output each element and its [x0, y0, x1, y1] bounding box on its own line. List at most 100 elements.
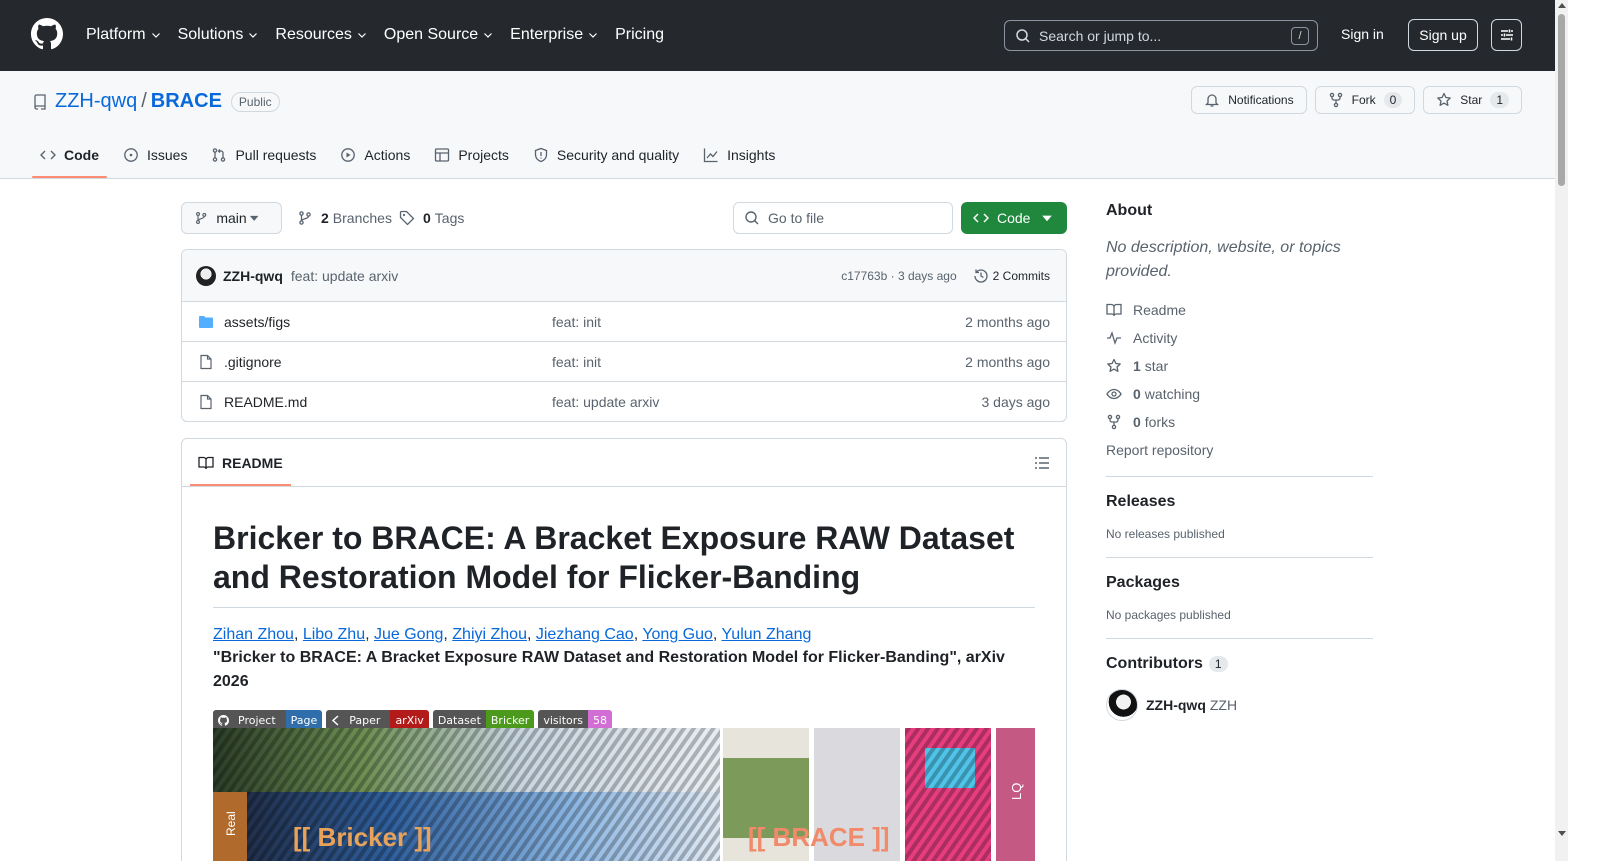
nav-enterprise[interactable]: Enterprise — [510, 24, 599, 46]
report-repository-link[interactable]: Report repository — [1106, 440, 1373, 460]
repo-name-link[interactable]: BRACE — [151, 90, 222, 113]
paper-venue: "Bricker to BRACE: A Bracket Exposure RA… — [213, 649, 1005, 690]
table-row[interactable]: README.md feat: update arxiv 3 days ago — [182, 382, 1066, 421]
nav-open-source[interactable]: Open Source — [384, 24, 494, 46]
readme-title: Bricker to BRACE: A Bracket Exposure RAW… — [213, 519, 1035, 608]
tab-actions[interactable]: Actions — [332, 137, 418, 173]
file-name-link[interactable]: .gitignore — [224, 354, 552, 370]
nav-label: Solutions — [177, 26, 244, 43]
repo-owner-link[interactable]: ZZH-qwq — [55, 90, 137, 113]
author-separator: , — [712, 626, 722, 643]
contributors-heading[interactable]: Contributors 1 — [1106, 655, 1373, 673]
author-link[interactable]: Zihan Zhou — [213, 626, 294, 643]
nav-label: Pricing — [615, 26, 664, 43]
packages-heading[interactable]: Packages — [1106, 574, 1373, 592]
nav-label: Resources — [275, 26, 352, 43]
book-icon — [1106, 303, 1122, 317]
tags-label: Tags — [434, 210, 465, 226]
commit-author-link[interactable]: ZZH-qwq — [223, 268, 283, 284]
commit-message-link[interactable]: feat: update arxiv — [291, 268, 398, 284]
scrollbar-thumb[interactable] — [1558, 14, 1565, 186]
notifications-label: Notifications — [1228, 93, 1294, 107]
nav-platform[interactable]: Platform — [86, 24, 162, 46]
badge-label: Dataset — [432, 710, 486, 730]
tags-count: 0 — [423, 210, 431, 226]
file-date: 2 months ago — [965, 353, 1050, 370]
nav-pricing[interactable]: Pricing — [615, 24, 664, 46]
activity-link[interactable]: Activity — [1106, 328, 1373, 348]
readme-link[interactable]: Readme — [1106, 300, 1373, 320]
scroll-down-arrow-icon[interactable] — [1558, 831, 1566, 836]
author-link[interactable]: Jiezhang Cao — [536, 626, 634, 643]
file-commit-message[interactable]: feat: init — [552, 314, 601, 330]
file-commit-message[interactable]: feat: update arxiv — [552, 394, 659, 410]
author-link[interactable]: Yulun Zhang — [722, 626, 812, 643]
badge-row: Project Page Paper arXiv Dataset Bricker… — [213, 710, 1035, 730]
commit-hash-link[interactable]: c17763b · 3 days ago — [841, 269, 956, 283]
divider — [1106, 557, 1373, 558]
stars-link[interactable]: 1 star — [1106, 356, 1373, 376]
folder-icon — [199, 315, 213, 328]
notifications-button[interactable]: Notifications — [1191, 86, 1307, 114]
fork-button[interactable]: Fork 0 — [1314, 86, 1416, 114]
arxiv-icon — [332, 714, 339, 726]
contributor-item[interactable]: ZZH-qwq ZZH — [1106, 689, 1373, 721]
table-row[interactable]: .gitignore feat: init 2 months ago — [182, 342, 1066, 382]
releases-heading[interactable]: Releases — [1106, 493, 1373, 511]
author-link[interactable]: Zhiyi Zhou — [452, 626, 527, 643]
commits-count-label: 2 Commits — [992, 268, 1050, 283]
tab-issues[interactable]: Issues — [115, 137, 195, 173]
file-commit-message[interactable]: feat: init — [552, 354, 601, 370]
nav-resources[interactable]: Resources — [275, 24, 367, 46]
avatar[interactable] — [1106, 689, 1138, 721]
scroll-up-arrow-icon[interactable] — [1558, 3, 1566, 8]
caret-down-icon — [249, 215, 259, 221]
sign-in-link[interactable]: Sign in — [1341, 26, 1384, 42]
visitors-badge[interactable]: visitors 58 — [538, 710, 612, 730]
file-name-link[interactable]: README.md — [224, 394, 552, 410]
commits-history-link[interactable]: 2 Commits — [973, 268, 1050, 284]
sign-up-button[interactable]: Sign up — [1408, 19, 1478, 51]
nav-solutions[interactable]: Solutions — [178, 24, 260, 46]
file-list: ZZH-qwq feat: update arxiv c17763b · 3 d… — [181, 249, 1067, 422]
global-search-input[interactable]: Search or jump to... / — [1004, 20, 1318, 51]
code-dropdown-button[interactable]: Code — [961, 202, 1067, 234]
file-name-link[interactable]: assets/figs — [224, 314, 552, 330]
table-row[interactable]: assets/figs feat: init 2 months ago — [182, 302, 1066, 342]
avatar[interactable] — [196, 265, 216, 286]
author-link[interactable]: Jue Gong — [374, 626, 443, 643]
author-link[interactable]: Libo Zhu — [303, 626, 365, 643]
go-to-file-input[interactable]: Go to file — [733, 202, 953, 234]
readme-panel: README Bricker to BRACE: A Bracket Expos… — [181, 438, 1067, 861]
forks-link[interactable]: 0 forks — [1106, 412, 1373, 432]
tab-projects[interactable]: Projects — [426, 137, 517, 173]
list-icon[interactable] — [1034, 455, 1050, 471]
paper-badge[interactable]: Paper arXiv — [326, 710, 429, 730]
tab-code[interactable]: Code — [32, 137, 107, 178]
branches-link[interactable]: 2 Branches — [297, 210, 392, 226]
readme-tab[interactable]: README — [190, 439, 291, 486]
branch-select-button[interactable]: main — [181, 202, 282, 234]
branch-name: main — [216, 210, 247, 226]
tab-label: Code — [64, 147, 99, 163]
star-button[interactable]: Star 1 — [1423, 86, 1522, 114]
watchers-link[interactable]: 0 watching — [1106, 384, 1373, 404]
file-icon — [200, 354, 212, 369]
badge-label-text: Paper — [349, 713, 381, 727]
code-button-label: Code — [997, 210, 1031, 226]
pull-request-icon — [213, 148, 226, 162]
project-page-badge[interactable]: Project Page — [213, 710, 323, 730]
tab-security[interactable]: Security and quality — [525, 137, 687, 173]
contributor-login[interactable]: ZZH-qwq — [1146, 697, 1206, 713]
repo-title: ZZH-qwq / BRACE Public — [32, 90, 280, 113]
tab-insights[interactable]: Insights — [695, 137, 783, 173]
badge-value: Bricker — [485, 710, 535, 730]
menu-button[interactable] — [1491, 19, 1522, 51]
page-scrollbar[interactable] — [1555, 0, 1568, 861]
tags-link[interactable]: 0 Tags — [399, 210, 464, 226]
tab-pull-requests[interactable]: Pull requests — [203, 137, 324, 173]
author-link[interactable]: Yong Guo — [642, 626, 713, 643]
star-icon — [1437, 92, 1452, 106]
dataset-badge[interactable]: Dataset Bricker — [432, 710, 535, 730]
github-logo-icon[interactable] — [31, 18, 63, 50]
